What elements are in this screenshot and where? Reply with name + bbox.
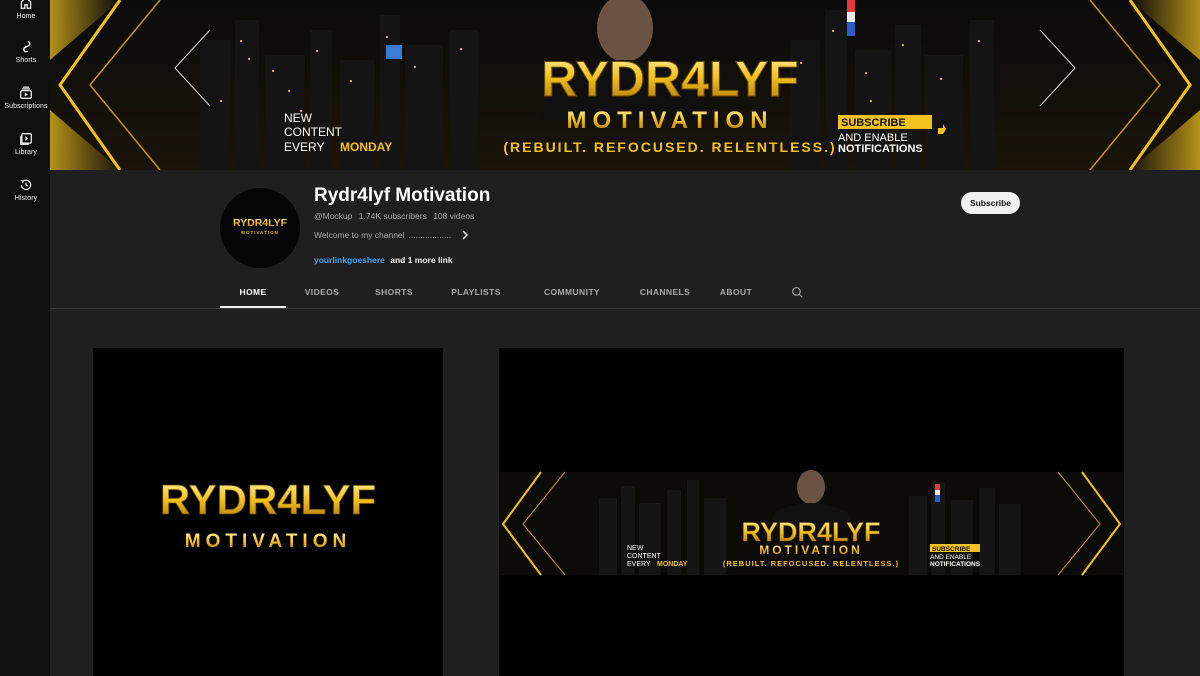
logo-preview-brand: RYDR4LYF <box>160 476 376 523</box>
channel-avatar[interactable]: RYDR4LYF MOTIVATION <box>220 188 300 268</box>
channel-meta: @Mockup 1.74K subscribers 108 videos <box>314 211 478 221</box>
sidebar-item-home[interactable]: Home <box>0 0 52 20</box>
banner-new-day: MONDAY <box>340 140 392 154</box>
tab-playlists[interactable]: PLAYLISTS <box>444 278 508 308</box>
banner-preview-new-day: MONDAY <box>657 561 688 568</box>
banner-new-line3: EVERY <box>284 140 324 154</box>
tab-channels[interactable]: CHANNELS <box>628 278 702 308</box>
banner-notif-line2: NOTIFICATIONS <box>838 143 923 155</box>
tab-community[interactable]: COMMUNITY <box>532 278 612 308</box>
sidebar-item-label: Library <box>14 149 38 156</box>
subscribe-button[interactable]: Subscribe <box>961 192 1020 214</box>
sidebar-item-history[interactable]: History <box>0 178 52 202</box>
banner-preview-panel: RYDR4LYF MOTIVATION (REBUILT. REFOCUSED.… <box>499 348 1124 676</box>
sidebar-item-library[interactable]: Library <box>0 132 52 156</box>
sidebar-item-subscriptions[interactable]: Subscriptions <box>0 86 52 110</box>
tab-shorts[interactable]: SHORTS <box>366 278 422 308</box>
home-icon <box>20 0 32 9</box>
avatar-logo: RYDR4LYF MOTIVATION <box>233 217 288 235</box>
tab-about[interactable]: ABOUT <box>716 278 756 308</box>
subscriber-count: 1.74K subscribers <box>358 211 427 221</box>
channel-handle: @Mockup <box>314 211 353 221</box>
tab-home[interactable]: HOME <box>220 278 286 308</box>
logo-preview-sub: MOTIVATION <box>185 531 351 552</box>
logo-preview-panel: RYDR4LYF MOTIVATION <box>93 348 443 676</box>
banner-artwork: RYDR4LYF MOTIVATION (REBUILT. REFOCUSED.… <box>50 0 1200 170</box>
search-icon <box>792 287 803 298</box>
channel-title: Rydr4lyf Motivation <box>314 185 491 206</box>
library-icon <box>20 133 32 145</box>
sidebar-item-label: History <box>14 195 38 202</box>
chevron-right-icon <box>462 230 469 240</box>
tab-videos[interactable]: VIDEOS <box>295 278 349 308</box>
banner-brand: RYDR4LYF <box>541 51 798 107</box>
banner-new-line2: CONTENT <box>284 125 343 139</box>
channel-description[interactable]: Welcome to my channel .................. <box>314 230 469 240</box>
banner-subscribe-tag: SUBSCRIBE <box>841 117 906 129</box>
channel-links: yourlinkgoeshere and 1 more link <box>314 255 453 265</box>
banner-tagline: (REBUILT. REFOCUSED. RELENTLESS.) <box>503 139 836 155</box>
description-text: Welcome to my channel <box>314 230 405 240</box>
logo-preview-art: RYDR4LYF MOTIVATION <box>159 476 376 552</box>
sidebar-item-label: Home <box>16 13 36 20</box>
subscriptions-icon <box>20 86 32 99</box>
banner-preview-new-line3: EVERY <box>627 561 651 568</box>
sidebar-item-label: Shorts <box>15 57 37 64</box>
sidebar-item-label: Subscriptions <box>4 103 48 110</box>
avatar-sub: MOTIVATION <box>241 230 279 235</box>
sidebar: Home Shorts Subscriptions Library Histor… <box>0 0 52 676</box>
more-links[interactable]: and 1 more link <box>390 255 452 265</box>
banner-preview-new-line1: NEW <box>627 545 644 552</box>
channel-banner: RYDR4LYF MOTIVATION (REBUILT. REFOCUSED.… <box>50 0 1200 170</box>
banner-new-line1: NEW <box>284 111 313 125</box>
banner-preview-notif-line2: NOTIFICATIONS <box>930 561 981 568</box>
banner-preview-art: RYDR4LYF MOTIVATION (REBUILT. REFOCUSED.… <box>499 470 1124 576</box>
banner-preview-sub: MOTIVATION <box>759 543 863 557</box>
sidebar-item-shorts[interactable]: Shorts <box>0 40 52 64</box>
avatar-brand: RYDR4LYF <box>233 217 288 229</box>
banner-sub: MOTIVATION <box>566 107 773 134</box>
banner-preview-tagline: (REBUILT. REFOCUSED. RELENTLESS.) <box>723 559 899 568</box>
history-icon <box>20 179 32 191</box>
description-dots: .................. <box>408 230 452 240</box>
banner-preview-notif-line1: AND ENABLE <box>930 554 972 561</box>
banner-preview-subscribe-tag: SUBSCRIBE <box>932 546 971 553</box>
video-count: 108 videos <box>433 211 475 221</box>
channel-link[interactable]: yourlinkgoeshere <box>314 255 385 265</box>
shorts-icon <box>23 41 31 53</box>
channel-search-button[interactable] <box>791 286 804 304</box>
banner-preview-new-line2: CONTENT <box>627 553 662 560</box>
